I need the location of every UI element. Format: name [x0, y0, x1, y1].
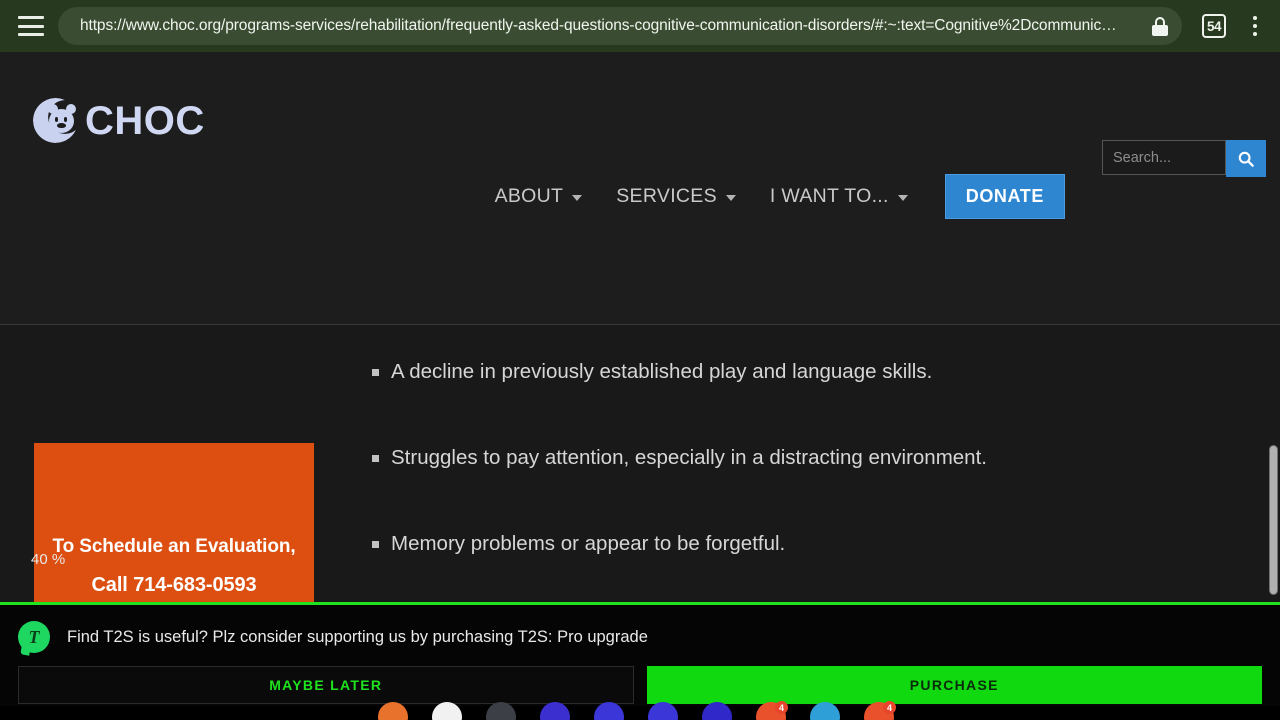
search-icon: [1238, 151, 1254, 167]
maybe-later-button[interactable]: MAYBE LATER: [18, 666, 634, 704]
nav-label: ABOUT: [494, 185, 564, 207]
search-button[interactable]: [1226, 140, 1266, 177]
logo-text: CHOC: [85, 98, 205, 143]
nav-item-services[interactable]: SERVICES: [599, 185, 753, 208]
t2s-message-row: T Find T2S is useful? Plz consider suppo…: [0, 605, 1280, 653]
main-navigation: ABOUT SERVICES I WANT TO... DONATE: [0, 174, 1280, 219]
taskbar: 44: [0, 701, 1280, 720]
list-item-text: A decline in previously established play…: [391, 360, 933, 383]
bullet-square-icon: [372, 541, 379, 548]
cta-line-1: To Schedule an Evaluation,: [52, 536, 296, 557]
donate-button[interactable]: DONATE: [944, 174, 1065, 219]
list-item: Memory problems or appear to be forgetfu…: [372, 531, 785, 557]
app-icon-10[interactable]: 4: [864, 701, 896, 720]
hamburger-menu-icon[interactable]: [18, 16, 44, 36]
chevron-down-icon: [572, 195, 583, 201]
list-item: A decline in previously established play…: [372, 359, 932, 385]
schedule-evaluation-cta[interactable]: To Schedule an Evaluation, Call 714-683-…: [34, 443, 314, 628]
chrome-icon[interactable]: [432, 702, 462, 720]
nav-item-i-want-to[interactable]: I WANT TO...: [753, 185, 925, 208]
list-item-text: Memory problems or appear to be forgetfu…: [391, 532, 786, 555]
app-icon-4[interactable]: [540, 702, 570, 720]
progress-percent-label: 40 %: [31, 551, 66, 568]
t2s-message-text: Find T2S is useful? Plz consider support…: [67, 627, 648, 646]
telegram-icon[interactable]: [810, 702, 840, 720]
t2s-actions: MAYBE LATER PURCHASE: [0, 653, 1280, 704]
notification-badge: 4: [775, 701, 788, 714]
screen: https://www.choc.org/programs-services/r…: [0, 0, 1280, 720]
choc-moon-bear-icon: [33, 98, 78, 143]
app-icon-7[interactable]: [702, 702, 732, 720]
discord-icon[interactable]: [486, 702, 516, 720]
nav-label: SERVICES: [616, 185, 717, 207]
t2s-upgrade-banner: T Find T2S is useful? Plz consider suppo…: [0, 602, 1280, 706]
bullet-square-icon: [372, 369, 379, 376]
list-item: Struggles to pay attention, especially i…: [372, 445, 987, 471]
app-icon-5[interactable]: [594, 702, 624, 720]
page-scrollbar[interactable]: [1269, 445, 1278, 595]
nav-label: I WANT TO...: [769, 185, 889, 207]
notification-badge: 4: [883, 701, 896, 714]
list-item-text: Struggles to pay attention, especially i…: [391, 446, 987, 469]
t2s-logo-icon: T: [18, 621, 50, 653]
cta-line-2: Call 714-683-0593: [91, 574, 257, 596]
chevron-down-icon: [725, 195, 736, 201]
search-input[interactable]: [1102, 140, 1226, 175]
lock-icon: [1152, 16, 1168, 36]
tab-counter[interactable]: 54: [1202, 14, 1226, 38]
url-text: https://www.choc.org/programs-services/r…: [80, 17, 1117, 34]
choc-logo[interactable]: CHOC: [33, 98, 205, 143]
firefox-icon[interactable]: [378, 702, 408, 720]
chevron-down-icon: [897, 195, 908, 201]
site-header: CHOC ABOUT SERVICES: [0, 52, 1280, 325]
purchase-button[interactable]: PURCHASE: [646, 666, 1262, 704]
address-bar[interactable]: https://www.choc.org/programs-services/r…: [58, 7, 1182, 45]
taskbar-icons: 44: [378, 701, 896, 720]
app-icon-6[interactable]: [648, 702, 678, 720]
nav-item-about[interactable]: ABOUT: [478, 185, 600, 208]
kebab-menu-icon[interactable]: [1244, 14, 1266, 38]
browser-toolbar: https://www.choc.org/programs-services/r…: [0, 0, 1280, 52]
app-icon-8[interactable]: 4: [756, 701, 788, 720]
site-search: [1102, 140, 1266, 177]
bullet-square-icon: [372, 455, 379, 462]
